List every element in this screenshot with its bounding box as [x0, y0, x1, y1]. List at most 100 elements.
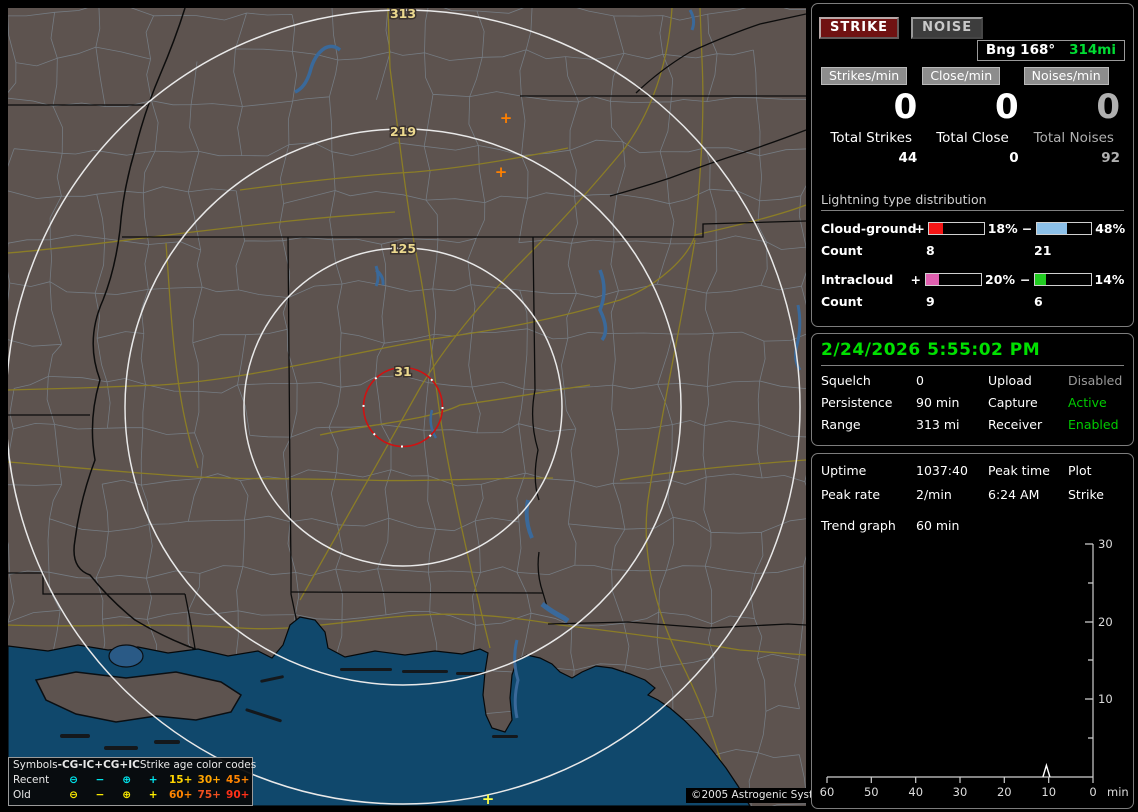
x-axis-unit: min	[1107, 785, 1129, 799]
legend-col-neg-cg: -CG	[57, 759, 79, 771]
legend-age-header: Strike age color codes	[139, 759, 257, 771]
cloud-ground-label: Cloud-ground	[821, 221, 917, 236]
trend-graph-header: Trend graph 60 min	[821, 518, 1124, 533]
close-per-min-chip[interactable]: Close/min	[922, 67, 1001, 85]
capture-label: Capture	[988, 395, 1038, 410]
neg-cg-recent-icon: ⊖	[69, 774, 78, 786]
total-noises-label: Total Noises	[1033, 130, 1114, 146]
xtick-60: 60	[820, 785, 835, 799]
upload-status: Disabled	[1068, 373, 1123, 388]
trend-panel: Uptime 1037:40 Peak time Plot Peak rate …	[811, 453, 1134, 809]
cg-positive-pct: 18%	[987, 221, 1018, 236]
close-column: Close/min 0 Total Close 0	[922, 65, 1022, 166]
mode-button-row: STRIKE NOISE Bng 168° 314mi	[812, 16, 1133, 61]
legend-col-pos-cg: +CG	[94, 759, 120, 771]
trend-graph-label: Trend graph	[821, 518, 896, 533]
pos-ic-old-icon: +	[148, 789, 158, 801]
total-noises-value: 92	[1101, 150, 1120, 166]
cloud-ground-count-row: Count 8 21	[821, 243, 1129, 258]
age-45: 45+	[226, 774, 250, 786]
uptime-row: Uptime 1037:40 Peak time Plot	[821, 463, 1124, 478]
close-per-min-value: 0	[994, 87, 1019, 127]
legend-recent-row: Recent ⊖ − ⊕ + 15+ 30+ 45+	[9, 773, 252, 788]
range-label: Range	[821, 417, 861, 432]
legend-col-neg-ic: -IC	[78, 759, 95, 771]
strike-mode-button[interactable]: STRIKE	[819, 17, 900, 39]
legend-col-pos-ic: +IC	[119, 759, 140, 771]
legend-old-label: Old	[13, 789, 31, 801]
trend-chart: 30 20 10 60 50 40 30 20 10 0 min	[820, 537, 1129, 799]
trend-window-value: 60 min	[916, 518, 960, 533]
age-30: 30+	[197, 774, 221, 786]
pos-ic-recent-icon: +	[148, 774, 158, 786]
peak-rate-value: 2/min	[916, 487, 952, 502]
receiver-label: Receiver	[988, 417, 1043, 432]
peak-rate-label: Peak rate	[821, 487, 881, 502]
legend-recent-label: Recent	[13, 774, 50, 786]
intracloud-count-row: Count 9 6	[821, 294, 1129, 309]
receiver-status: Enabled	[1068, 417, 1119, 432]
cg-negative-pct: 48%	[1095, 221, 1126, 236]
peak-time-value: 6:24 AM	[988, 487, 1040, 502]
total-close-label: Total Close	[936, 130, 1009, 146]
date-time-display: 2/24/2026 5:55:02 PM	[821, 340, 1124, 366]
peak-time-label: Peak time	[988, 463, 1050, 478]
xtick-20: 20	[997, 785, 1012, 799]
total-strikes-value: 44	[898, 150, 918, 166]
noises-per-min-chip[interactable]: Noises/min	[1023, 67, 1109, 85]
xtick-40: 40	[908, 785, 923, 799]
strikes-column: Strikes/min 0 Total Strikes 44	[821, 65, 921, 166]
persistence-value: 90 min	[916, 395, 960, 410]
ytick-20: 20	[1098, 615, 1113, 629]
xtick-0: 0	[1089, 785, 1096, 799]
noises-per-min-value: 0	[1096, 87, 1120, 127]
ring-label-219: 219	[390, 124, 416, 139]
capture-status: Active	[1068, 395, 1107, 410]
legend-old-row: Old ⊖ − ⊕ + 60+ 75+ 90+	[9, 788, 252, 803]
intracloud-label: Intracloud	[821, 272, 894, 287]
ytick-10: 10	[1098, 692, 1113, 706]
upload-label: Upload	[988, 373, 1032, 388]
cg-positive-count: 8	[926, 243, 935, 258]
age-75: 75+	[197, 789, 221, 801]
noise-mode-button[interactable]: NOISE	[911, 17, 984, 39]
uptime-value: 1037:40	[916, 463, 968, 478]
legend-symbols-header: Symbols	[13, 759, 58, 771]
total-strikes-label: Total Strikes	[830, 130, 912, 146]
squelch-label: Squelch	[821, 373, 871, 388]
age-90: 90+	[226, 789, 250, 801]
strikes-per-min-chip[interactable]: Strikes/min	[821, 67, 908, 85]
age-60: 60+	[169, 789, 193, 801]
pos-cg-recent-icon: ⊕	[122, 774, 132, 786]
persistence-label: Persistence	[821, 395, 893, 410]
plot-label: Plot	[1068, 463, 1092, 478]
total-close-value: 0	[1009, 150, 1019, 166]
noises-column: Noises/min 0 Total Noises 92	[1023, 65, 1124, 166]
pos-cg-old-icon: ⊕	[122, 789, 132, 801]
stormvue-app-window: 313 219 125 31 + + + Symbols -CG -IC +CG +…	[0, 0, 1138, 812]
cloud-ground-row: Cloud-ground + 18% − 48%	[821, 221, 1129, 236]
status-row: Persistence 90 min Capture Active	[821, 395, 1124, 410]
legend-header-row: Symbols -CG -IC +CG +IC Strike age color…	[9, 758, 256, 773]
ic-positive-pct: 20%	[985, 272, 1015, 287]
neg-cg-old-icon: ⊖	[69, 789, 78, 801]
lightning-map: 313 219 125 31 + + + Symbols -CG -IC +CG +…	[8, 8, 841, 806]
xtick-50: 50	[864, 785, 879, 799]
bearing-range-value: 314mi	[1069, 42, 1116, 58]
bearing-value: Bng 168°	[985, 42, 1056, 58]
plus-sign: +	[910, 272, 922, 287]
counters-panel: STRIKE NOISE Bng 168° 314mi Strikes/min 0…	[811, 3, 1134, 327]
plot-mode-value: Strike	[1068, 487, 1104, 502]
plus-sign: +	[914, 221, 925, 236]
neg-ic-old-icon: −	[95, 789, 105, 801]
squelch-value: 0	[916, 373, 924, 388]
range-value: 313 mi	[916, 417, 960, 432]
xtick-30: 30	[953, 785, 968, 799]
strikes-per-min-value: 0	[893, 87, 918, 127]
xtick-10: 10	[1041, 785, 1056, 799]
strike-symbol: +	[482, 790, 495, 806]
ring-label-125: 125	[390, 241, 416, 256]
cg-negative-bar	[1035, 222, 1093, 235]
intracloud-row: Intracloud + 20% − 14%	[821, 272, 1129, 287]
strike-symbol: +	[495, 163, 508, 181]
